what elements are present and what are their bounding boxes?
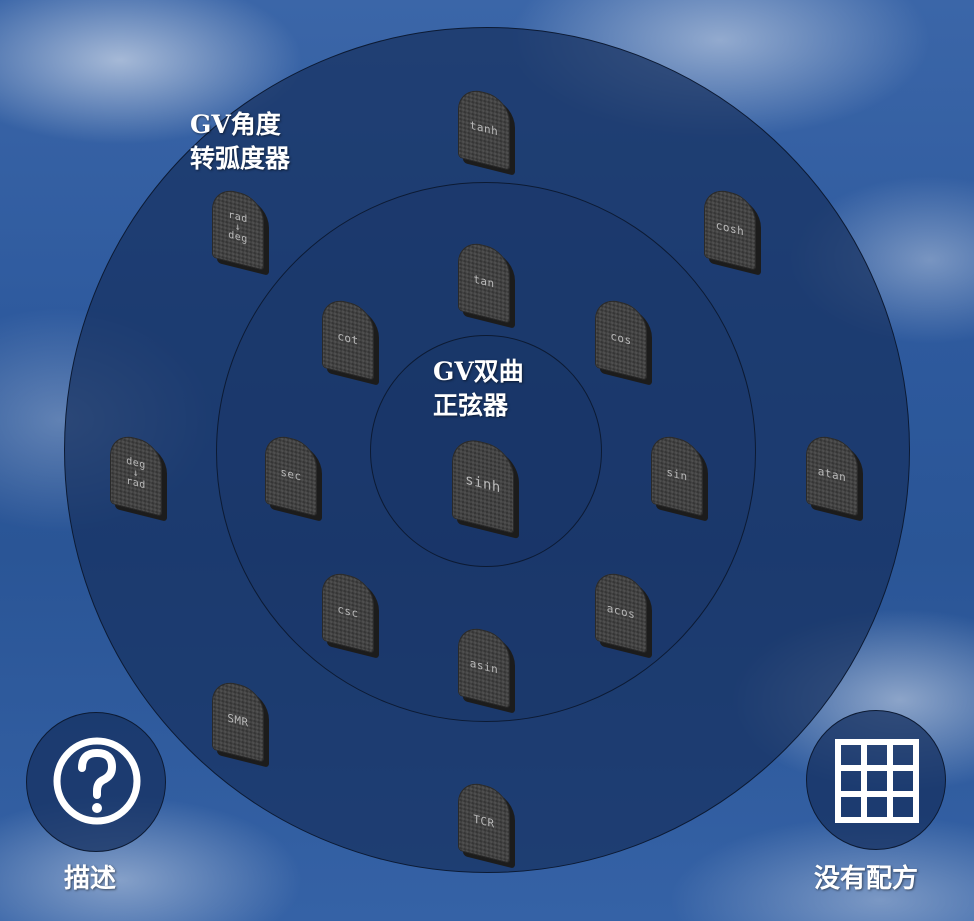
recipe-label: 没有配方: [814, 864, 919, 894]
stone-label: rad ↓ deg: [228, 209, 248, 246]
stone-label: cos: [610, 328, 632, 348]
stone-label: SMR: [227, 710, 249, 730]
question-mark-icon: [53, 737, 141, 825]
grid-icon: [835, 739, 919, 823]
stone-label: sin: [666, 464, 688, 484]
help-button[interactable]: [26, 712, 166, 852]
stone-label: tan: [473, 271, 495, 291]
stone-label: csc: [337, 601, 359, 621]
stone-label: deg ↓ rad: [126, 455, 146, 492]
stone-label: cot: [337, 328, 359, 348]
recipe-button[interactable]: [806, 710, 946, 850]
stone-label: sec: [280, 464, 302, 484]
radial-menu-screen: GV角度 转弧度器 GV双曲 正弦器 sinh tan cos sin acos…: [0, 0, 974, 921]
stone-label: sinh: [465, 471, 501, 497]
stone-label: acos: [606, 600, 636, 622]
outer-category-title: GV角度 转弧度器: [190, 110, 291, 173]
help-label: 描述: [64, 864, 117, 894]
stone-label: atan: [817, 463, 847, 485]
stone-label: TCR: [473, 811, 495, 831]
center-title: GV双曲 正弦器: [433, 357, 524, 420]
stone-label: asin: [469, 655, 499, 677]
stone-label: cosh: [715, 217, 745, 239]
stone-label: tanh: [469, 117, 499, 139]
